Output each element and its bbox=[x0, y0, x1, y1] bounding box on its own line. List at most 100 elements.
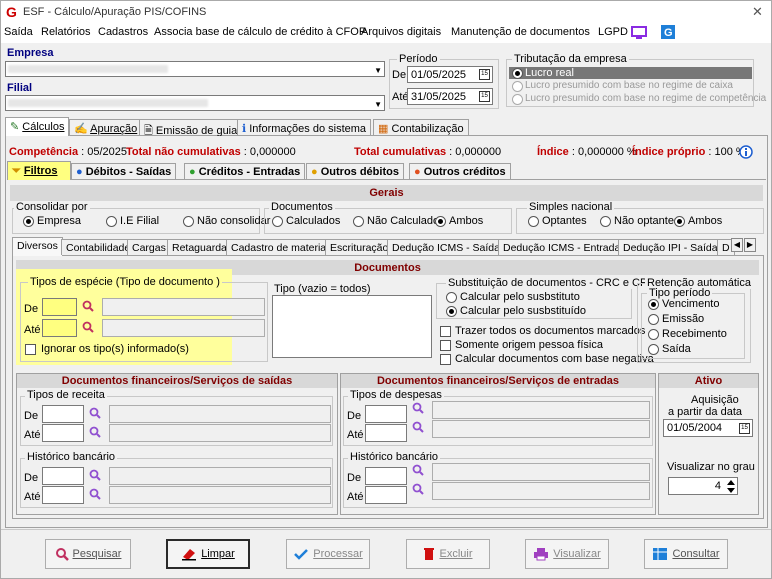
filial-redacted bbox=[8, 99, 208, 107]
menu-associa[interactable]: Associa base de cálculo de crédito à CFO… bbox=[154, 26, 366, 38]
search-icon[interactable] bbox=[82, 321, 94, 333]
presumido-competencia-radio bbox=[512, 94, 523, 105]
doc-ambos-radio[interactable] bbox=[435, 216, 446, 227]
excluir-button[interactable]: Excluir bbox=[406, 539, 490, 569]
subtab-outros-creditos[interactable]: ● Outros créditos bbox=[409, 163, 511, 179]
despesas-ate-input[interactable] bbox=[365, 424, 407, 442]
receita-ate-input[interactable] bbox=[42, 424, 84, 442]
search-icon[interactable] bbox=[89, 407, 101, 419]
consultar-button[interactable]: Consultar bbox=[644, 539, 728, 569]
monitor-icon[interactable] bbox=[631, 26, 647, 40]
doc-nao-calculados-radio[interactable] bbox=[353, 216, 364, 227]
hist-saidas-ate-input[interactable] bbox=[42, 486, 84, 504]
aquisicao-label: Aquisição bbox=[691, 394, 739, 406]
ignorar-checkbox[interactable] bbox=[25, 344, 36, 355]
inner-tab-contabilidade[interactable]: Contabilidade bbox=[61, 239, 136, 255]
main-window: G ESF - Cálculo/Apuração PIS/COFINS ✕ Sa… bbox=[0, 0, 772, 579]
hist-entradas-de-input[interactable] bbox=[365, 467, 407, 485]
pessoa-fisica-checkbox[interactable] bbox=[440, 340, 451, 351]
info-icon[interactable] bbox=[739, 145, 753, 159]
menu-relatorios[interactable]: Relatórios bbox=[41, 26, 91, 38]
empresa-redacted bbox=[8, 65, 168, 73]
tab-scroll-left-icon[interactable]: ◀ bbox=[731, 238, 743, 252]
visualizar-button[interactable]: Visualizar bbox=[525, 539, 609, 569]
tab-contabilizacao[interactable]: ▦ Contabilização bbox=[373, 119, 469, 135]
competencia-text: Competência : 05/2025 bbox=[9, 146, 128, 158]
empresa-label: Empresa bbox=[7, 47, 54, 59]
menu-cadastros[interactable]: Cadastros bbox=[98, 26, 148, 38]
tab-scroll-right-icon[interactable]: ▶ bbox=[744, 238, 756, 252]
hist-entradas-ate-input[interactable] bbox=[365, 486, 407, 504]
despesas-de-input[interactable] bbox=[365, 405, 407, 423]
grid-icon bbox=[653, 548, 668, 560]
inner-tab-cargas[interactable]: Cargas bbox=[127, 239, 171, 255]
search-icon[interactable] bbox=[89, 426, 101, 438]
inner-tab-diversos[interactable]: Diversos bbox=[12, 237, 63, 256]
limpar-button[interactable]: Limpar bbox=[166, 539, 250, 569]
subtab-debitos[interactable]: ● Débitos - Saídas bbox=[71, 163, 177, 179]
tipo-list[interactable] bbox=[272, 295, 432, 358]
empresa-select[interactable]: ▼ bbox=[5, 61, 385, 77]
subtab-creditos[interactable]: ● Créditos - Entradas bbox=[184, 163, 306, 179]
tab-apuracao[interactable]: ✍ Apuração bbox=[69, 119, 143, 135]
pesquisar-button[interactable]: Pesquisar bbox=[45, 539, 131, 569]
subtab-outros-debitos[interactable]: ● Outros débitos bbox=[306, 163, 404, 179]
search-icon[interactable] bbox=[412, 402, 424, 414]
total-cumulativas-text: Total cumulativas : 0,000000 bbox=[354, 146, 502, 158]
simples-optantes-radio[interactable] bbox=[528, 216, 539, 227]
hist-saidas-de-input[interactable] bbox=[42, 467, 84, 485]
inner-tab-escrituracao[interactable]: Escrituração bbox=[325, 239, 394, 255]
trazer-todos-checkbox[interactable] bbox=[440, 326, 451, 337]
close-button[interactable]: ✕ bbox=[752, 4, 763, 20]
inner-tab-retaguarda[interactable]: Retaguarda bbox=[167, 239, 232, 255]
inner-tab-deducao-ipi[interactable]: Dedução IPI - Saídas bbox=[618, 239, 728, 255]
tab-calculos[interactable]: ✎ Cálculos bbox=[5, 117, 70, 136]
subst-substituto-radio[interactable] bbox=[446, 292, 457, 303]
subtab-filtros[interactable]: ⏷ Filtros bbox=[7, 161, 71, 180]
inner-tab-deducao-icms-entradas[interactable]: Dedução ICMS - Entradas bbox=[498, 239, 631, 255]
chevron-down-icon: ▼ bbox=[374, 66, 382, 75]
search-icon[interactable] bbox=[412, 483, 424, 495]
svg-text:G: G bbox=[664, 27, 673, 39]
filial-select[interactable]: ▼ bbox=[5, 95, 385, 111]
periodo-ate-input[interactable]: 31/05/2025 15 bbox=[407, 88, 493, 105]
consolidar-nao-radio[interactable] bbox=[183, 216, 194, 227]
subst-substituido-radio[interactable] bbox=[446, 306, 457, 317]
search-icon[interactable] bbox=[412, 421, 424, 433]
indice-proprio-text: Índice próprio : 100 % bbox=[632, 146, 746, 158]
search-icon[interactable] bbox=[82, 300, 94, 312]
menu-saida[interactable]: Saída bbox=[4, 26, 33, 38]
periodo-recebimento-radio[interactable] bbox=[648, 329, 659, 340]
receita-de-input[interactable] bbox=[42, 405, 84, 423]
processar-button[interactable]: Processar bbox=[286, 539, 370, 569]
documentos-title: Documentos bbox=[269, 201, 335, 213]
tab-informacoes[interactable]: ℹ Informações do sistema bbox=[237, 119, 372, 135]
consolidar-ie-radio[interactable] bbox=[106, 216, 117, 227]
especie-de-input[interactable] bbox=[42, 298, 77, 316]
especie-ate-input[interactable] bbox=[42, 319, 77, 337]
inner-tab-deducao-icms-saidas[interactable]: Dedução ICMS - Saídas bbox=[387, 239, 511, 255]
search-icon[interactable] bbox=[89, 469, 101, 481]
tab-emissao[interactable]: 🗎 Emissão de guias bbox=[139, 119, 248, 137]
simples-nao-optantes-radio[interactable] bbox=[600, 216, 611, 227]
doc-calculados-radio[interactable] bbox=[272, 216, 283, 227]
especie-de-desc bbox=[102, 298, 265, 316]
simples-ambos-radio[interactable] bbox=[674, 216, 685, 227]
periodo-de-input[interactable]: 01/05/2025 15 bbox=[407, 66, 493, 83]
base-negativa-checkbox[interactable] bbox=[440, 354, 451, 365]
consolidar-empresa-radio[interactable] bbox=[23, 216, 34, 227]
search-icon[interactable] bbox=[89, 488, 101, 500]
periodo-emissao-radio[interactable] bbox=[648, 314, 659, 325]
periodo-saida-radio[interactable] bbox=[648, 344, 659, 355]
inner-tab-cadastro[interactable]: Cadastro de materiais bbox=[226, 239, 339, 255]
ativo-data-input[interactable]: 01/05/2004 15 bbox=[663, 419, 753, 437]
menu-lgpd[interactable]: LGPD bbox=[598, 26, 628, 38]
menu-arquivos[interactable]: Arquivos digitais bbox=[361, 26, 441, 38]
app-g-icon[interactable]: G bbox=[661, 25, 675, 39]
menu-manutencao[interactable]: Manutenção de documentos bbox=[451, 26, 590, 38]
search-icon[interactable] bbox=[412, 464, 424, 476]
lucro-real-radio[interactable] bbox=[512, 68, 523, 79]
spinner-icon[interactable] bbox=[725, 478, 737, 494]
periodo-vencimento-radio[interactable] bbox=[648, 299, 659, 310]
hist-entradas-ate-desc bbox=[432, 482, 650, 500]
